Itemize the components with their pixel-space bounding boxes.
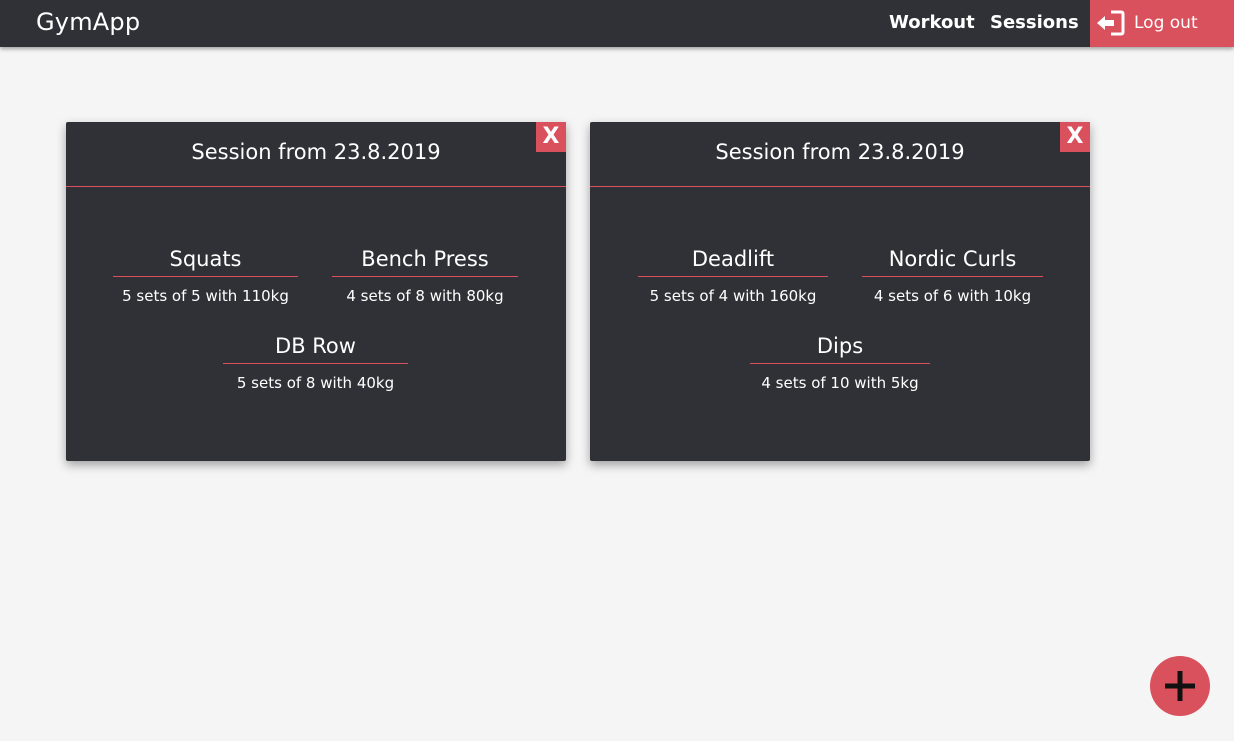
exercise-name: Bench Press [332, 246, 518, 277]
exercise-detail: 5 sets of 8 with 40kg [236, 374, 395, 392]
session-title: Session from 23.8.2019 [191, 140, 441, 164]
exercise-name: Squats [113, 246, 298, 277]
navbar: GymApp Workout Sessions Log out [0, 0, 1234, 47]
logout-label: Log out [1134, 13, 1198, 33]
exercise-item: DB Row 5 sets of 8 with 40kg [223, 333, 408, 392]
title-divider [66, 186, 566, 187]
nav-workout-link[interactable]: Workout [889, 12, 975, 33]
nav-sessions-link[interactable]: Sessions [990, 12, 1079, 33]
add-session-button[interactable] [1150, 656, 1210, 716]
exercise-detail: 5 sets of 4 with 160kg [649, 287, 817, 305]
exercise-item: Nordic Curls 4 sets of 6 with 10kg [862, 246, 1043, 305]
exercise-name: Dips [750, 333, 930, 364]
exercise-detail: 4 sets of 10 with 5kg [761, 374, 919, 392]
exercise-item: Deadlift 5 sets of 4 with 160kg [638, 246, 828, 305]
title-divider [590, 186, 1090, 187]
session-title: Session from 23.8.2019 [715, 140, 965, 164]
exercise-detail: 4 sets of 8 with 80kg [346, 287, 504, 305]
session-card: Session from 23.8.2019 X Deadlift 5 sets… [590, 122, 1090, 461]
plus-icon [1165, 671, 1195, 701]
logout-button[interactable]: Log out [1090, 0, 1234, 47]
session-card: Session from 23.8.2019 X Squats 5 sets o… [66, 122, 566, 461]
delete-session-button[interactable]: X [1060, 122, 1090, 152]
sign-out-icon [1097, 10, 1125, 36]
exercise-item: Squats 5 sets of 5 with 110kg [113, 246, 298, 305]
delete-session-button[interactable]: X [536, 122, 566, 152]
exercise-name: Nordic Curls [862, 246, 1043, 277]
app-brand[interactable]: GymApp [36, 8, 140, 36]
exercise-name: DB Row [223, 333, 408, 364]
exercise-item: Bench Press 4 sets of 8 with 80kg [332, 246, 518, 305]
exercise-detail: 5 sets of 5 with 110kg [122, 287, 289, 305]
exercise-name: Deadlift [638, 246, 828, 277]
exercise-detail: 4 sets of 6 with 10kg [873, 287, 1032, 305]
exercise-item: Dips 4 sets of 10 with 5kg [750, 333, 930, 392]
